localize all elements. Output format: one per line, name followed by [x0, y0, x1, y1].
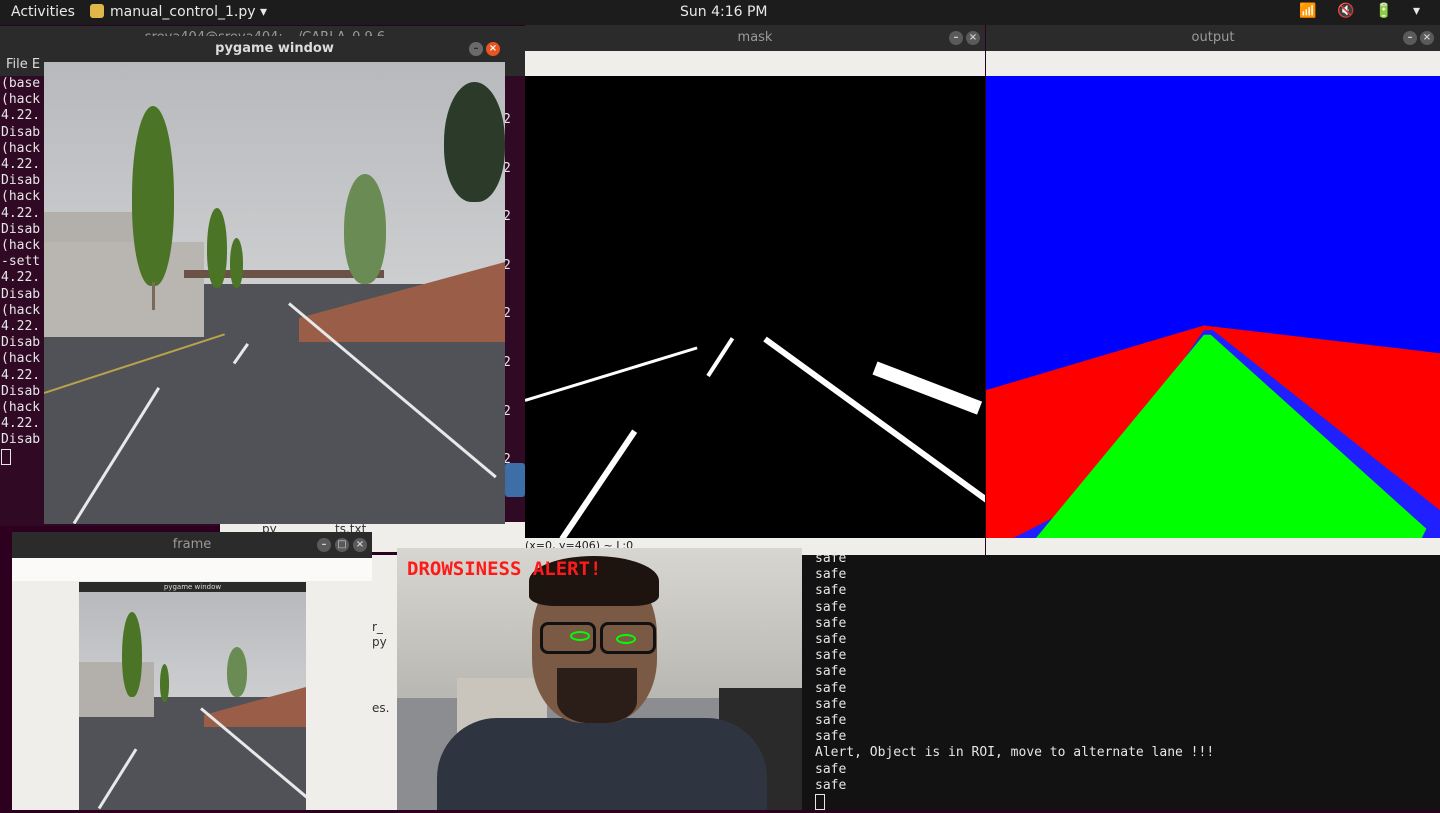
terminal-line: safe: [815, 777, 847, 793]
terminal-cursor: [815, 794, 825, 811]
python-icon[interactable]: [505, 463, 525, 497]
frame-window[interactable]: frame – □ × pygame window: [12, 532, 372, 810]
tree: [444, 82, 505, 202]
terminal-line: Disab: [1, 286, 41, 302]
terminal-line: 4.22.: [1, 367, 41, 383]
frame-toolbar: [12, 558, 372, 581]
terminal-line: (hack: [1, 238, 41, 254]
wall: [79, 662, 154, 717]
tree: [207, 208, 227, 288]
minimize-button[interactable]: –: [949, 31, 963, 45]
driving-scene: [44, 62, 505, 524]
terminal-line: (hack: [1, 351, 41, 367]
terminal-line: 4.22.: [1, 157, 41, 173]
close-button[interactable]: ×: [966, 31, 980, 45]
tree: [122, 612, 142, 697]
mask-title: mask: [525, 25, 985, 51]
webcam-feed: [397, 548, 802, 810]
terminal-line: Disab: [1, 335, 41, 351]
tree: [227, 647, 247, 697]
terminal-window-2[interactable]: safe safe safe safe safe safe safe safe safe safe…: [802, 551, 1440, 811]
tree: [230, 238, 243, 288]
app-menu[interactable]: manual_control_1.py ▾: [90, 4, 267, 20]
terminal-line: 4.22.: [1, 416, 41, 432]
maximize-button[interactable]: □: [335, 538, 349, 552]
mask-image: [525, 76, 985, 538]
terminal-line: safe: [815, 583, 847, 599]
terminal-line: safe: [815, 729, 847, 745]
output-title: output: [986, 25, 1440, 51]
terminal-cursor: [1, 448, 11, 465]
terminal-line: Disab: [1, 173, 41, 189]
pygame-title: pygame window: [44, 36, 505, 62]
eye-contour: [616, 634, 636, 644]
terminal-line: Disab: [1, 432, 41, 448]
minimize-button[interactable]: –: [317, 538, 331, 552]
terminal-line: (hack: [1, 400, 41, 416]
terminal-output[interactable]: safe safe safe safe safe safe safe safe safe safe…: [815, 551, 1214, 813]
minimize-button[interactable]: –: [1403, 31, 1417, 45]
terminal-line: safe: [815, 599, 847, 615]
drowsiness-alert: DROWSINESS ALERT!: [407, 558, 602, 580]
lane-mask-line: [872, 361, 983, 415]
terminal-line: 4.22.: [1, 319, 41, 335]
file-label: es.: [372, 701, 390, 715]
close-button[interactable]: ×: [353, 538, 367, 552]
clock[interactable]: Sun 4:16 PM: [680, 4, 768, 20]
terminal-line: (base: [1, 76, 41, 91]
terminal-line: Alert, Object is in ROI, move to alterna…: [815, 745, 1215, 761]
tree: [132, 106, 174, 286]
activities-button[interactable]: Activities: [11, 4, 75, 20]
tree: [160, 664, 169, 702]
pygame-window[interactable]: pygame window – ×: [44, 36, 505, 524]
lane-mask-line: [763, 336, 985, 518]
wall: [44, 242, 204, 337]
terminal-line: (hack: [1, 302, 41, 318]
terminal-line: safe: [815, 761, 847, 777]
lane-mask-line: [525, 346, 698, 402]
frame-driving-scene: [79, 592, 306, 810]
file-label: r_: [372, 620, 383, 634]
terminal-line: safe: [815, 696, 847, 712]
terminal-line: Disab: [1, 221, 41, 237]
lane-mask-line: [706, 337, 735, 378]
close-button[interactable]: ×: [486, 42, 500, 56]
file-label: py: [372, 635, 387, 649]
segmentation-output: [986, 76, 1440, 538]
terminal-line: Disab: [1, 383, 41, 399]
terminal-line: safe: [815, 567, 847, 583]
file-manager-edge: r_ py es.: [372, 555, 397, 810]
terminal-line: safe: [815, 615, 847, 631]
tree-trunk: [152, 282, 155, 310]
eye-contour: [570, 631, 590, 641]
terminal-line: (hack: [1, 92, 41, 108]
terminal-line: safe: [815, 713, 847, 729]
terminal-line: safe: [815, 551, 847, 566]
terminal-line: 4.22.: [1, 270, 41, 286]
system-tray[interactable]: 📶 🔇 🔋 ▾: [1299, 3, 1428, 19]
terminal-line: 4.22.: [1, 205, 41, 221]
terminal-line: Disab: [1, 124, 41, 140]
terminal-line: safe: [815, 632, 847, 648]
terminal-line: safe: [815, 648, 847, 664]
minimize-button[interactable]: –: [469, 42, 483, 56]
top-bar: Activities manual_control_1.py ▾ Sun 4:1…: [0, 0, 1440, 25]
terminal-line: (hack: [1, 189, 41, 205]
beard: [557, 668, 637, 723]
terminal-line: (hack: [1, 140, 41, 156]
tree: [344, 174, 386, 284]
lane-mask-line: [559, 429, 638, 538]
app-name: manual_control_1.py: [110, 4, 256, 20]
close-button[interactable]: ×: [1420, 31, 1434, 45]
terminal-line: safe: [815, 664, 847, 680]
person-body: [437, 718, 767, 810]
terminal-line: 4.22.: [1, 108, 41, 124]
frame-inner-title: pygame window: [79, 582, 306, 592]
terminal-line: -sett: [1, 254, 41, 270]
python-icon: [90, 4, 104, 18]
terminal-line: safe: [815, 680, 847, 696]
terminal-output[interactable]: (base (hack 4.22. Disab (hack 4.22. Disab (hack…: [1, 76, 40, 468]
